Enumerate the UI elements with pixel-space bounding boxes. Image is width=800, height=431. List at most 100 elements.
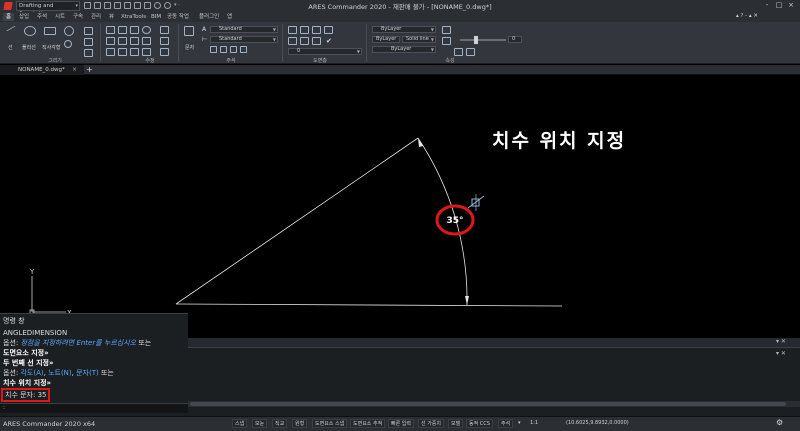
circle-tool-icon[interactable] (64, 26, 74, 36)
layer-off-icon[interactable] (288, 37, 297, 45)
stretch-icon[interactable] (160, 37, 169, 45)
tab-plugins[interactable]: 플러그인 (196, 13, 222, 21)
dimension-text[interactable]: 35° (446, 216, 463, 226)
extend-icon[interactable] (142, 37, 151, 45)
gear-icon[interactable]: ⚙ (776, 418, 783, 427)
angle-line-1[interactable] (175, 137, 419, 305)
tab-annotate[interactable]: 주석 (34, 13, 50, 21)
table-icon[interactable] (184, 26, 194, 36)
grid-toggle[interactable]: 모눈 (252, 419, 268, 428)
transparency-value[interactable]: 0 (508, 36, 522, 43)
match-properties-icon[interactable] (442, 26, 451, 34)
panel-controls[interactable]: ▾ ✕ (776, 338, 786, 345)
trim-icon[interactable] (130, 37, 139, 45)
quick-input-toggle[interactable]: 빠른 입력 (388, 419, 414, 428)
option-text[interactable]: 문자(T) (76, 369, 99, 377)
move-icon[interactable] (106, 26, 115, 34)
tab-insert[interactable]: 삽입 (16, 13, 32, 21)
chevron-down-icon: ▼ (430, 27, 434, 32)
dim-style-combo[interactable]: Standard ▼ (210, 36, 278, 43)
maximize-button[interactable]: □ (774, 1, 784, 9)
layer-lock-icon[interactable] (300, 37, 309, 45)
tab-manage[interactable]: 관리 (88, 13, 104, 21)
command-history-line: 옵션: 각도(A), 노트(N), 문자(T) 또는 (3, 368, 114, 378)
linetype-combo[interactable]: Solid line ▼ (402, 36, 436, 43)
tab-sheet[interactable]: 시트 (52, 13, 68, 21)
layer-state-combo[interactable]: 0 ▼ (288, 48, 362, 55)
mtext-icon[interactable] (220, 46, 227, 53)
scale-icon[interactable] (118, 37, 127, 45)
close-icon[interactable]: × (72, 65, 77, 75)
annotation-scale[interactable]: 1:1 (528, 419, 540, 428)
model-toggle[interactable]: 모델 (448, 419, 464, 428)
layer-isolate-icon[interactable] (312, 26, 321, 34)
option-enter-vertex[interactable]: 정점을 지정하려면 Enter를 누르십시오 (20, 339, 136, 347)
option-note[interactable]: 노트(N) (48, 369, 72, 377)
tolerance-icon[interactable] (240, 46, 247, 53)
polar-toggle[interactable]: 원형 (292, 419, 308, 428)
ellipse-tool-icon[interactable] (64, 40, 72, 48)
panel-splitter[interactable] (188, 338, 800, 348)
lineweight-combo[interactable]: ByLayer ▼ (372, 46, 436, 53)
ortho-toggle[interactable]: 직교 (272, 419, 288, 428)
tab-apps[interactable]: 앱 (224, 13, 235, 21)
tab-home[interactable]: 홈 (3, 13, 15, 21)
hatch-tool-icon[interactable] (84, 27, 93, 35)
scrollbar-thumb[interactable] (190, 402, 786, 406)
region-tool-icon[interactable] (84, 49, 93, 57)
transparency-slider[interactable] (460, 39, 506, 41)
check-icon[interactable]: ✔ (326, 37, 332, 45)
color-combo[interactable]: ByLayer ▼ (372, 26, 436, 33)
chevron-down-icon: ▼ (272, 37, 276, 42)
annotation-scale-dropdown[interactable]: ▾ (516, 419, 523, 428)
quick-select-icon[interactable] (466, 48, 475, 56)
text-style-combo[interactable]: Standard ▼ (210, 26, 278, 33)
esnap-toggle[interactable]: 도면요소 스냅 (312, 419, 348, 428)
add-tab-icon[interactable]: + (86, 65, 93, 75)
copy-icon[interactable] (118, 26, 127, 34)
layer-previous-icon[interactable] (300, 26, 309, 34)
dynamic-ccs-toggle[interactable]: 동적 CCS (466, 419, 493, 428)
lineweight-toggle[interactable]: 선 가중치 (418, 419, 444, 428)
list-icon[interactable] (454, 48, 463, 56)
tab-collaborate[interactable]: 공동 작업 (164, 13, 192, 21)
tab-xtratools[interactable]: XtraTools (118, 13, 149, 21)
mirror-icon[interactable] (106, 37, 115, 45)
annotation-toggle[interactable]: 주석 (498, 419, 514, 428)
option-angle[interactable]: 각도(A) (20, 369, 43, 377)
fillet-icon[interactable] (106, 48, 115, 56)
erase-icon[interactable] (160, 26, 169, 34)
explode-icon[interactable] (142, 48, 151, 56)
panel-controls[interactable]: ▾ ✕ (776, 350, 786, 357)
minimize-button[interactable]: - (762, 1, 772, 9)
tab-view[interactable]: 뷰 (106, 13, 117, 21)
tab-constraint[interactable]: 구속 (70, 13, 86, 21)
tab-bim[interactable]: BIM (148, 13, 164, 21)
offset-icon[interactable] (130, 48, 139, 56)
chamfer-icon[interactable] (118, 48, 127, 56)
array-icon[interactable] (130, 26, 139, 34)
properties-icon[interactable] (442, 37, 451, 45)
drawing-canvas[interactable]: 35° Y X (0, 76, 800, 338)
rotate-icon[interactable] (142, 26, 151, 34)
angle-line-2[interactable] (175, 303, 563, 307)
snap-toggle[interactable]: 스냅 (232, 419, 248, 428)
break-icon[interactable] (160, 48, 169, 56)
layer-match-icon[interactable] (312, 37, 321, 45)
dimension-arrow-start (418, 138, 423, 147)
layer-manager-icon[interactable] (288, 26, 297, 34)
help-controls[interactable]: ▴ ? - ▴ ✕ (736, 13, 758, 19)
command-input[interactable] (0, 403, 188, 413)
etrack-toggle[interactable]: 도면요소 추적 (350, 419, 386, 428)
transparency-slider-thumb[interactable] (474, 36, 478, 44)
arc-tool-icon[interactable] (24, 26, 36, 36)
dimension-icon[interactable] (230, 46, 237, 53)
layer-prop-combo[interactable]: ByLayer (372, 36, 400, 43)
command-history-line: ANGLEDIMENSION (3, 329, 68, 337)
ribbon-separator (100, 24, 101, 62)
leader-icon[interactable] (210, 46, 217, 53)
close-button[interactable]: × (786, 1, 796, 9)
layer-freeze-icon[interactable] (324, 26, 333, 34)
polygon-tool-icon[interactable] (84, 38, 93, 46)
rectangle-tool-icon[interactable] (44, 27, 56, 35)
